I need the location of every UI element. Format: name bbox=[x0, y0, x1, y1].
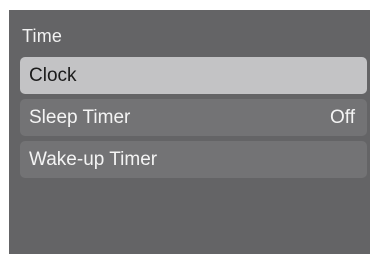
menu-item-label: Sleep Timer bbox=[29, 106, 131, 128]
menu-item-sleep-timer[interactable]: Sleep Timer Off bbox=[20, 99, 367, 136]
time-menu-panel: Time Clock Sleep Timer Off Wake-up Timer bbox=[9, 10, 370, 254]
menu-list: Clock Sleep Timer Off Wake-up Timer bbox=[20, 57, 367, 183]
menu-item-clock[interactable]: Clock bbox=[20, 57, 367, 94]
menu-item-label: Wake-up Timer bbox=[29, 148, 158, 170]
menu-item-value: Off bbox=[330, 106, 355, 128]
menu-title: Time bbox=[22, 26, 63, 46]
menu-item-label: Clock bbox=[29, 64, 77, 86]
menu-item-wake-up-timer[interactable]: Wake-up Timer bbox=[20, 141, 367, 178]
